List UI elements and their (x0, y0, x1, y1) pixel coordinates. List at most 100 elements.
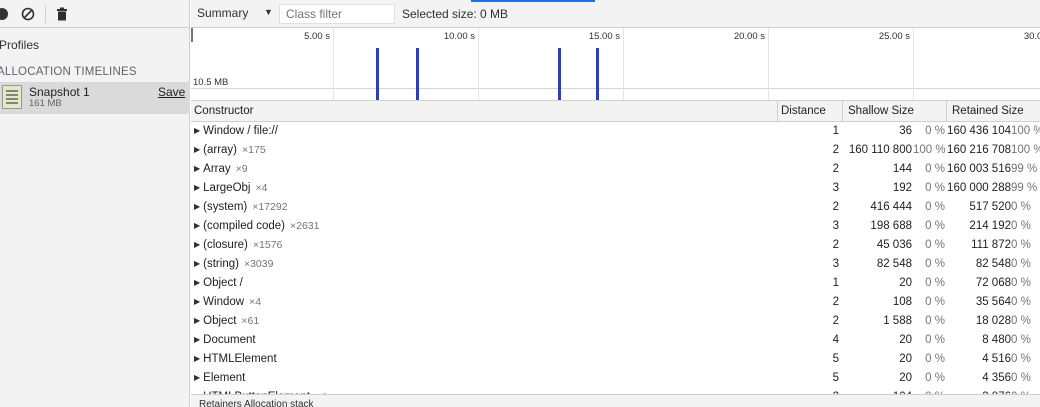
expand-triangle-icon[interactable]: ▶ (194, 178, 200, 197)
expand-triangle-icon[interactable]: ▶ (194, 311, 200, 330)
expand-triangle-icon[interactable]: ▶ (194, 235, 200, 254)
distance-cell: 2 (832, 144, 839, 156)
constructor-cell: ▶ (closure) ×1576 (194, 236, 282, 255)
table-row[interactable]: ▶ Window ×4 2 108 0 % 35 564 0 % (191, 293, 1040, 312)
active-tab-indicator (471, 0, 595, 2)
instance-count: ×61 (241, 315, 260, 327)
constructor-cell: ▶ (system) ×17292 (194, 198, 288, 217)
expand-triangle-icon[interactable]: ▶ (194, 368, 200, 387)
retainers-panel-header: Retainers Allocation stack (191, 394, 1040, 407)
table-row[interactable]: ▶ Document 4 20 0 % 8 480 0 % (191, 331, 1040, 350)
allocation-bar[interactable] (416, 48, 419, 100)
memory-label: 10.5 MB (193, 77, 229, 88)
chevron-down-icon[interactable]: ▼ (264, 7, 273, 17)
allocation-bar[interactable] (558, 48, 561, 100)
retained-size-percent: 0 % (1011, 296, 1031, 308)
distance-cell: 2 (832, 239, 839, 251)
timeline-grid-line (623, 28, 624, 100)
retained-size-cell: 82 548 (975, 258, 1011, 270)
shallow-size-cell: 416 444 (870, 201, 912, 213)
instance-count: ×2631 (289, 220, 320, 232)
expand-triangle-icon[interactable]: ▶ (194, 140, 200, 159)
retained-size-cell: 160 000 288 (947, 182, 1011, 194)
retained-size-percent: 0 % (1011, 353, 1031, 365)
constructor-name: Object / (203, 277, 243, 289)
expand-triangle-icon[interactable]: ▶ (194, 121, 200, 140)
table-row[interactable]: ▶ Array ×9 2 144 0 % 160 003 516 99 % (191, 160, 1040, 179)
timeline-grid-line (333, 28, 334, 100)
constructor-name: (compiled code) (203, 220, 285, 232)
constructor-cell: ▶ (array) ×175 (194, 141, 266, 160)
save-link[interactable]: Save (158, 85, 185, 99)
retained-size-percent: 0 % (1011, 239, 1031, 251)
expand-triangle-icon[interactable]: ▶ (194, 292, 200, 311)
allocation-bar[interactable] (376, 48, 379, 100)
table-row[interactable]: ▶ (string) ×3039 3 82 548 0 % 82 548 0 % (191, 255, 1040, 274)
view-mode-select[interactable]: Summary (197, 6, 248, 20)
column-distance[interactable]: Distance (778, 101, 826, 122)
shallow-size-percent: 0 % (925, 182, 945, 194)
allocation-timeline[interactable]: 10.5 MB 5.00 s 10.00 s 15.00 s 20.00 s 25.00… (191, 28, 1040, 101)
column-constructor[interactable]: Constructor (191, 101, 253, 122)
retained-size-percent: 0 % (1011, 220, 1031, 232)
trash-icon[interactable] (54, 6, 70, 22)
expand-triangle-icon[interactable]: ▶ (194, 349, 200, 368)
expand-triangle-icon[interactable]: ▶ (194, 197, 200, 216)
heap-summary-grid: Constructor Distance Shallow Size Retain… (191, 101, 1040, 407)
shallow-size-percent: 0 % (925, 372, 945, 384)
constructor-name: (closure) (203, 239, 248, 251)
column-retained-size[interactable]: Retained Size (949, 101, 1024, 122)
retainers-label[interactable]: Retainers Allocation stack (199, 399, 314, 407)
retained-size-percent: 100 % (1011, 125, 1040, 137)
table-row[interactable]: ▶ (system) ×17292 2 416 444 0 % 517 520 0 % (191, 198, 1040, 217)
constructor-name: Object (203, 315, 237, 327)
allocation-bar[interactable] (596, 48, 599, 100)
shallow-size-cell: 20 (899, 334, 912, 346)
grid-header: Constructor Distance Shallow Size Retain… (191, 101, 1040, 122)
timeline-tick-label: 10.00 s (443, 31, 475, 42)
timeline-window-handle[interactable] (191, 28, 193, 42)
timeline-tick-label: 20.00 s (733, 31, 765, 42)
expand-triangle-icon[interactable]: ▶ (194, 159, 200, 178)
shallow-size-cell: 192 (892, 182, 912, 194)
table-row[interactable]: ▶Window / file:// 1 36 0 %160 436 104100 % (191, 122, 1040, 141)
shallow-size-percent: 0 % (925, 277, 945, 289)
record-icon[interactable] (0, 6, 10, 22)
table-row[interactable]: ▶ HTMLElement 5 20 0 % 4 516 0 % (191, 350, 1040, 369)
timeline-tick-label: 15.00 s (588, 31, 620, 42)
table-row[interactable]: ▶ Element 5 20 0 % 4 356 0 % (191, 369, 1040, 388)
constructor-cell: ▶ LargeObj ×4 (194, 179, 267, 198)
distance-cell: 2 (832, 315, 839, 327)
table-row[interactable]: ▶ (compiled code) ×2631 3 198 688 0 % 214 192 0… (191, 217, 1040, 236)
retained-size-cell: 8 480 (982, 334, 1011, 346)
retained-size-percent: 0 % (1011, 258, 1031, 270)
clear-icon[interactable] (20, 6, 36, 22)
table-row[interactable]: ▶ (closure) ×1576 2 45 036 0 % 111 872 0 % (191, 236, 1040, 255)
constructor-name: Window / file:// (203, 125, 278, 137)
retained-size-percent: 99 % (1011, 182, 1038, 194)
expand-triangle-icon[interactable]: ▶ (194, 273, 200, 292)
selected-size-label: Selected size: 0 MB (402, 7, 509, 21)
expand-triangle-icon[interactable]: ▶ (194, 330, 200, 349)
shallow-size-cell: 198 688 (870, 220, 912, 232)
table-row[interactable]: ▶ (array) ×175 2 160 110 800 100 % 160 216 708… (191, 141, 1040, 160)
timeline-tick-label: 25.00 s (878, 31, 910, 42)
constructor-name: Array (203, 163, 231, 175)
distance-cell: 2 (832, 296, 839, 308)
constructor-cell: ▶ (string) ×3039 (194, 255, 273, 274)
timeline-grid-line (913, 28, 914, 100)
snapshot-item[interactable]: Snapshot 1 161 MB Save (0, 82, 190, 114)
expand-triangle-icon[interactable]: ▶ (194, 216, 200, 235)
expand-triangle-icon[interactable]: ▶ (194, 254, 200, 273)
constructor-cell: ▶ Document (194, 331, 261, 350)
retained-size-percent: 100 % (1011, 144, 1040, 156)
table-row[interactable]: ▶ LargeObj ×4 3 192 0 % 160 000 288 99 % (191, 179, 1040, 198)
table-row[interactable]: ▶ Object /1 20 0 % 72 068 0 % (191, 274, 1040, 293)
column-shallow-size[interactable]: Shallow Size (845, 101, 914, 122)
class-filter-input[interactable] (279, 4, 395, 24)
shallow-size-percent: 0 % (925, 201, 945, 213)
distance-cell: 3 (832, 182, 839, 194)
retained-size-cell: 160 436 104 (947, 125, 1011, 137)
instance-count: ×175 (242, 144, 266, 156)
table-row[interactable]: ▶ Object ×61 2 1 588 0 % 18 028 0 % (191, 312, 1040, 331)
